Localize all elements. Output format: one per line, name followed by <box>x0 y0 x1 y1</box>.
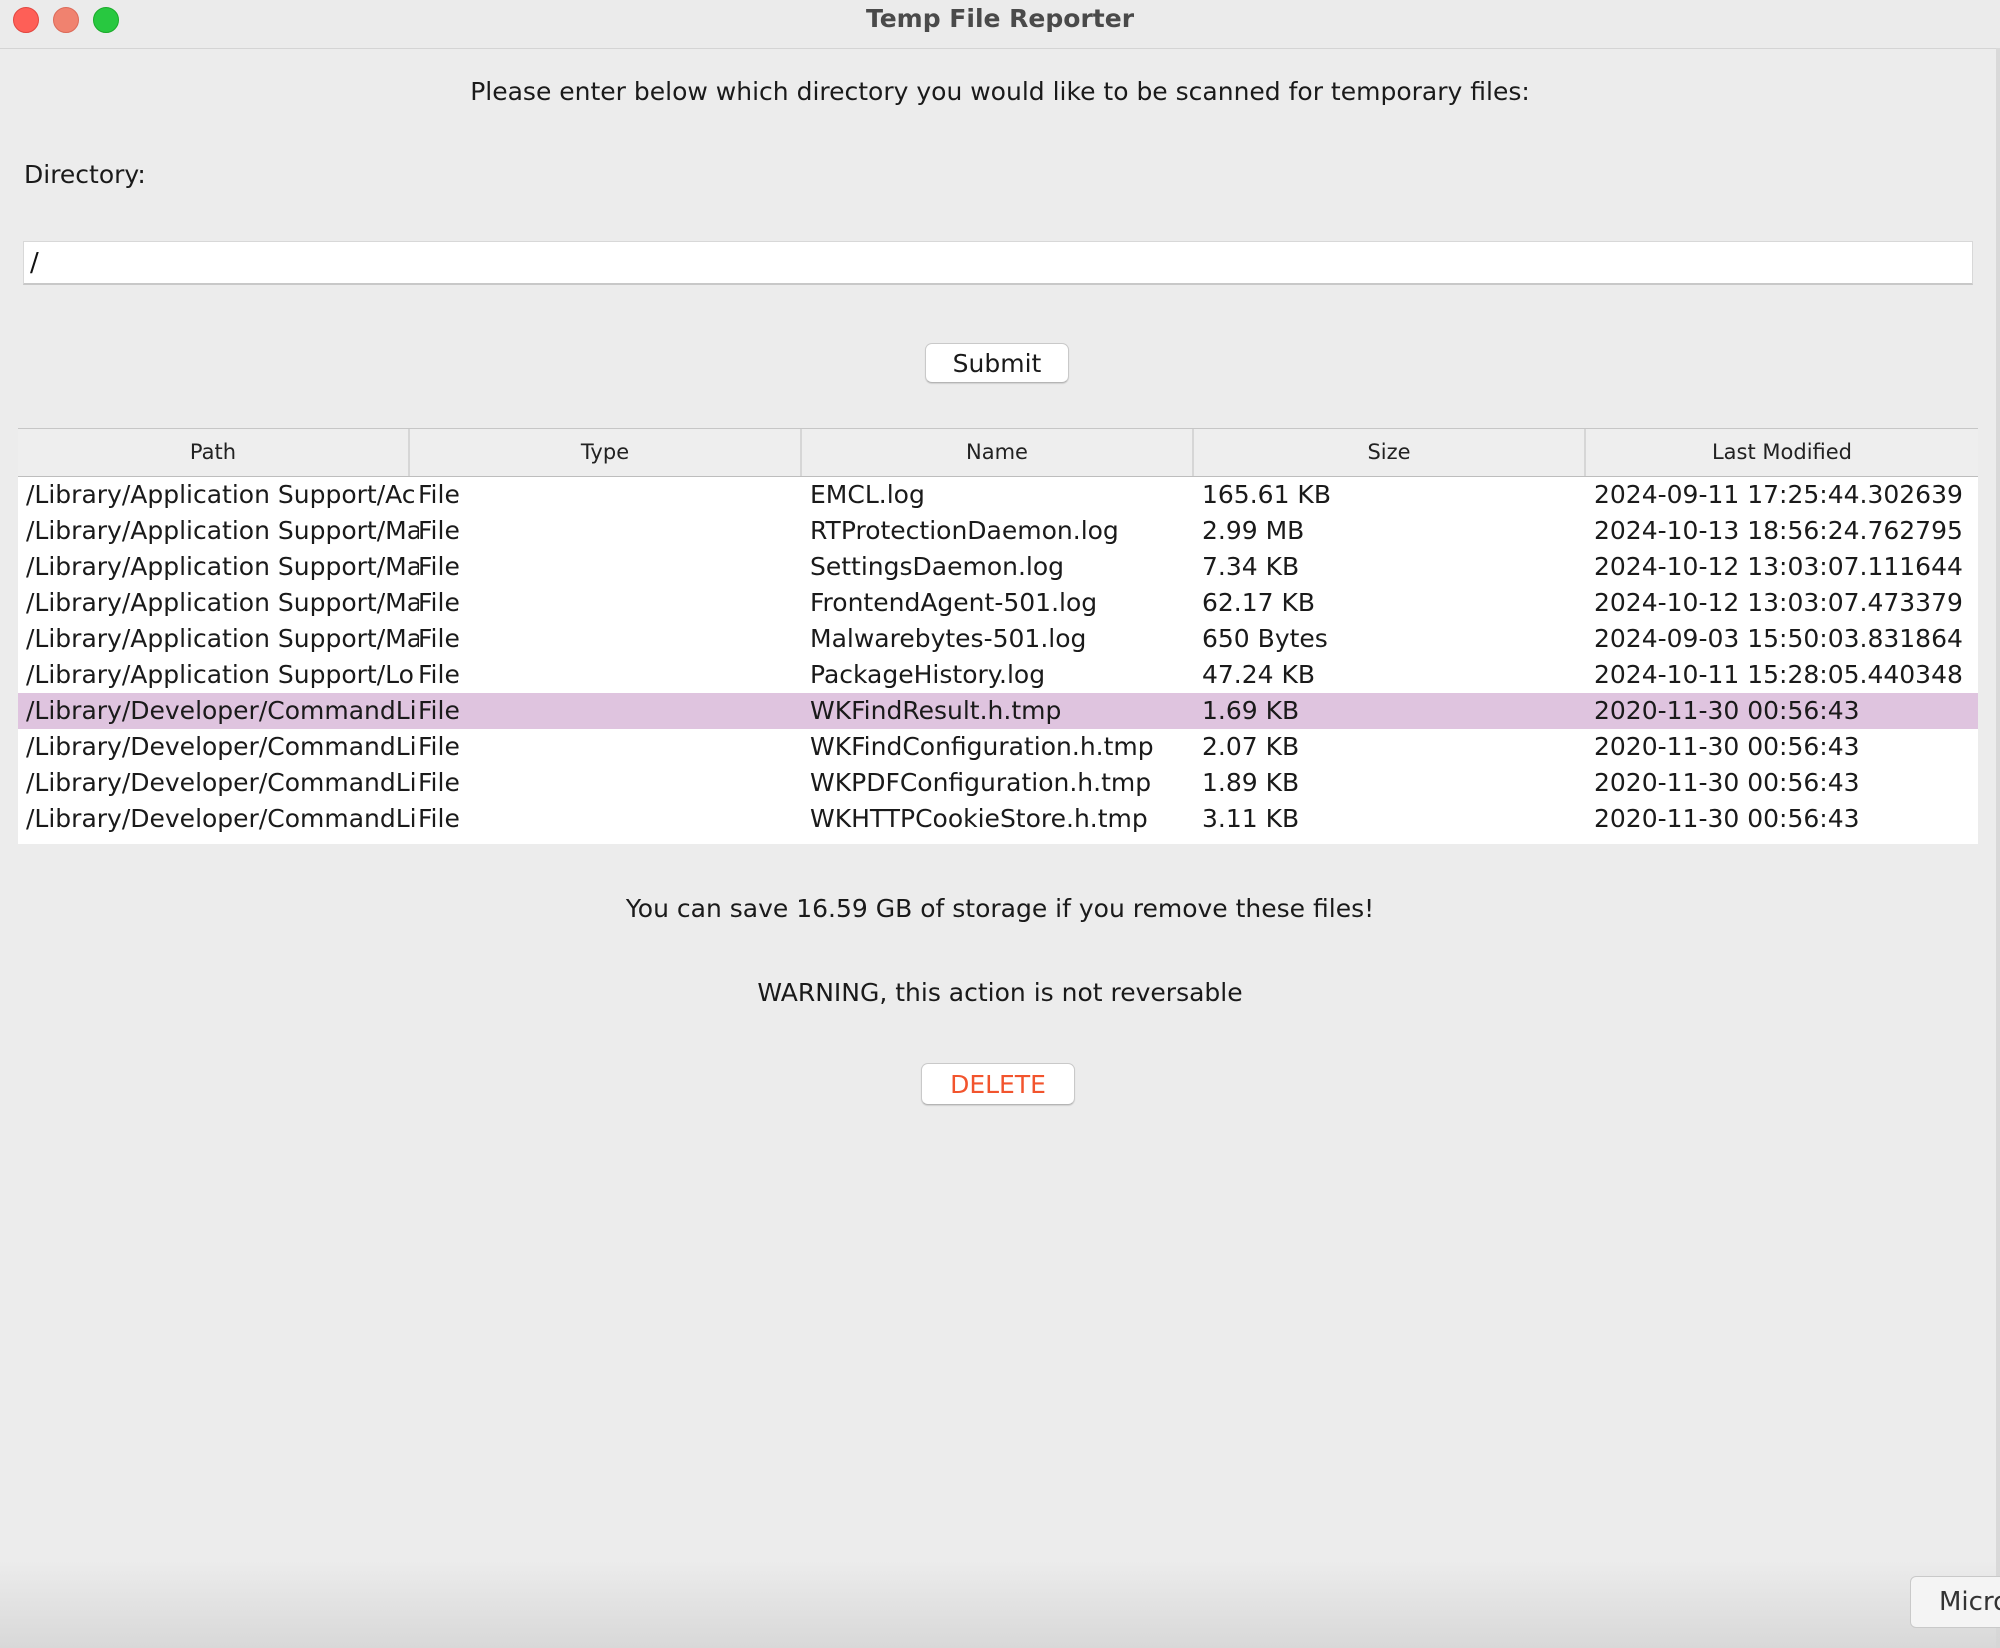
cell-type: File <box>418 552 460 581</box>
cell-last-modified: 2024-10-11 15:28:05.440348 <box>1594 660 1963 689</box>
cell-name: EMCL.log <box>810 480 925 509</box>
background-window-button[interactable]: Micro <box>1910 1576 2000 1628</box>
cell-last-modified: 2024-10-12 13:03:07.111644 <box>1594 552 1963 581</box>
cell-type: File <box>418 588 460 617</box>
table-row-selected[interactable]: /Library/Developer/CommandLi File WKFind… <box>18 693 1978 729</box>
cell-path: /Library/Application Support/Ma <box>26 552 419 581</box>
cell-type: File <box>418 516 460 545</box>
cell-size: 2.07 KB <box>1202 732 1300 761</box>
cell-size: 165.61 KB <box>1202 480 1331 509</box>
cell-name: WKPDFConfiguration.h.tmp <box>810 768 1152 797</box>
table-row[interactable]: /Library/Application Support/Lo File Pac… <box>18 657 1978 693</box>
cell-type: File <box>418 624 460 653</box>
cell-name: RTProtectionDaemon.log <box>810 516 1119 545</box>
cell-path: /Library/Application Support/Ma <box>26 516 419 545</box>
cell-path: /Library/Application Support/Ma <box>26 588 419 617</box>
cell-name: WKFindResult.h.tmp <box>810 696 1062 725</box>
cell-name: Malwarebytes-501.log <box>810 624 1087 653</box>
cell-type: File <box>418 696 460 725</box>
storage-savings-message: You can save 16.59 GB of storage if you … <box>625 894 1375 923</box>
cell-path: /Library/Developer/CommandLi <box>26 804 417 833</box>
cell-type: File <box>418 480 460 509</box>
cell-size: 3.11 KB <box>1202 804 1300 833</box>
column-header-name[interactable]: Name <box>802 429 1194 476</box>
app-window: Temp File Reporter Please enter below wh… <box>0 0 2000 1648</box>
cell-path: /Library/Developer/CommandLi <box>26 696 417 725</box>
column-header-last-modified[interactable]: Last Modified <box>1586 429 1978 476</box>
instruction-text: Please enter below which directory you w… <box>470 77 1530 106</box>
cell-path: /Library/Application Support/Ac <box>26 480 416 509</box>
cell-type: File <box>418 660 460 689</box>
cell-last-modified: 2024-10-12 13:03:07.473379 <box>1594 588 1963 617</box>
cell-name: PackageHistory.log <box>810 660 1046 689</box>
column-header-type[interactable]: Type <box>410 429 802 476</box>
cell-name: WKHTTPCookieStore.h.tmp <box>810 804 1148 833</box>
cell-type: File <box>418 732 460 761</box>
title-bar[interactable]: Temp File Reporter <box>0 0 2000 49</box>
cell-last-modified: 2020-11-30 00:56:43 <box>1594 732 1860 761</box>
cell-last-modified: 2020-11-30 00:56:43 <box>1594 768 1860 797</box>
window-bottom-shadow <box>0 1560 2000 1648</box>
warning-message: WARNING, this action is not reversable <box>757 978 1243 1007</box>
cell-path: /Library/Application Support/Ma <box>26 624 419 653</box>
table-row[interactable]: /Library/Application Support/Ma File Mal… <box>18 621 1978 657</box>
cell-last-modified: 2024-09-03 15:50:03.831864 <box>1594 624 1963 653</box>
cell-size: 650 Bytes <box>1202 624 1328 653</box>
delete-button[interactable]: DELETE <box>921 1063 1075 1105</box>
column-header-size[interactable]: Size <box>1194 429 1586 476</box>
cell-size: 47.24 KB <box>1202 660 1316 689</box>
cell-type: File <box>418 804 460 833</box>
cell-path: /Library/Developer/CommandLi <box>26 732 417 761</box>
cell-last-modified: 2024-09-11 17:25:44.302639 <box>1594 480 1963 509</box>
table-row[interactable]: /Library/Developer/CommandLi File WKFind… <box>18 729 1978 765</box>
cell-path: /Library/Application Support/Lo <box>26 660 414 689</box>
cell-size: 7.34 KB <box>1202 552 1300 581</box>
table-body: /Library/Application Support/Ac File EMC… <box>18 477 1978 837</box>
submit-button[interactable]: Submit <box>925 343 1069 383</box>
column-header-path[interactable]: Path <box>18 429 410 476</box>
table-header: Path Type Name Size Last Modified <box>18 429 1978 477</box>
cell-size: 1.89 KB <box>1202 768 1300 797</box>
cell-last-modified: 2020-11-30 00:56:43 <box>1594 804 1860 833</box>
cell-size: 2.99 MB <box>1202 516 1305 545</box>
cell-name: WKFindConfiguration.h.tmp <box>810 732 1154 761</box>
table-row[interactable]: /Library/Developer/CommandLi File WKPDFC… <box>18 765 1978 801</box>
cell-last-modified: 2024-10-13 18:56:24.762795 <box>1594 516 1963 545</box>
cell-last-modified: 2020-11-30 00:56:43 <box>1594 696 1860 725</box>
cell-path: /Library/Developer/CommandLi <box>26 768 417 797</box>
cell-name: SettingsDaemon.log <box>810 552 1065 581</box>
window-edge <box>1996 48 2000 1648</box>
results-table: Path Type Name Size Last Modified /Libra… <box>18 428 1978 844</box>
cell-type: File <box>418 768 460 797</box>
table-row[interactable]: /Library/Application Support/Ma File RTP… <box>18 513 1978 549</box>
directory-input[interactable] <box>23 241 1973 285</box>
table-row[interactable]: /Library/Application Support/Ma File Set… <box>18 549 1978 585</box>
directory-label: Directory: <box>24 160 146 189</box>
cell-size: 1.69 KB <box>1202 696 1300 725</box>
table-row[interactable]: /Library/Application Support/Ac File EMC… <box>18 477 1978 513</box>
window-title: Temp File Reporter <box>865 4 1135 33</box>
cell-size: 62.17 KB <box>1202 588 1316 617</box>
table-row[interactable]: /Library/Developer/CommandLi File WKHTTP… <box>18 801 1978 837</box>
cell-name: FrontendAgent-501.log <box>810 588 1098 617</box>
table-row[interactable]: /Library/Application Support/Ma File Fro… <box>18 585 1978 621</box>
